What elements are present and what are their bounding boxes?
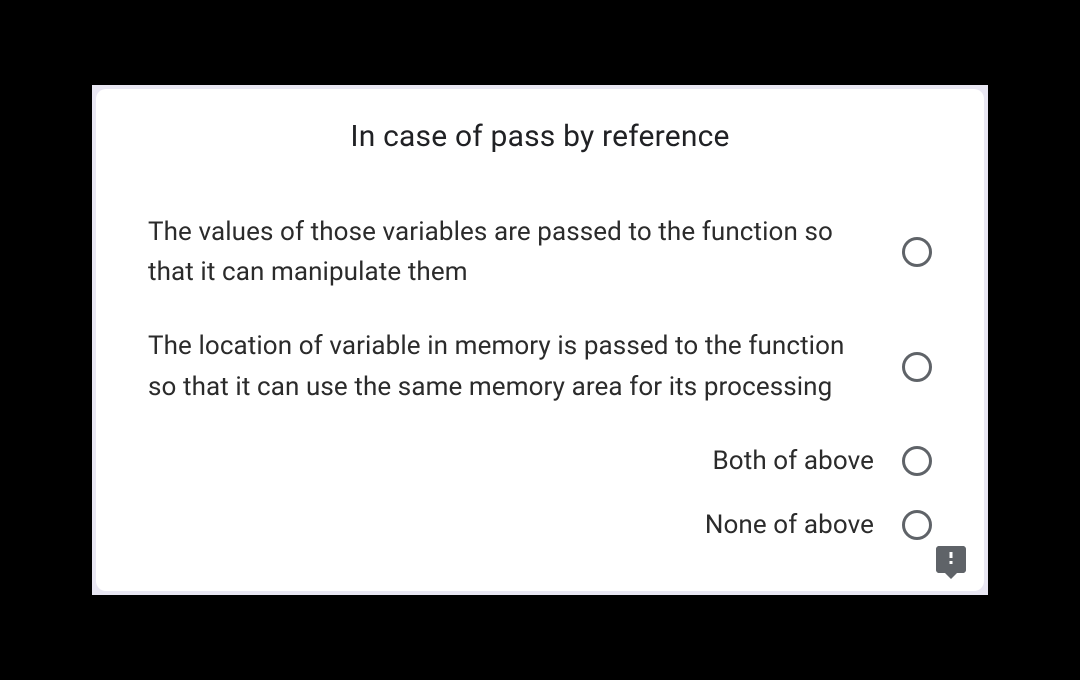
option-row-0[interactable]: The values of those variables are passed… (148, 212, 932, 293)
question-title: In case of pass by reference (148, 119, 932, 154)
option-label: The values of those variables are passed… (148, 212, 874, 293)
radio-icon[interactable] (902, 510, 932, 540)
option-label: None of above (148, 505, 874, 545)
option-label: Both of above (148, 441, 874, 481)
question-card: In case of pass by reference The values … (96, 89, 984, 592)
radio-icon[interactable] (902, 352, 932, 382)
option-row-1[interactable]: The location of variable in memory is pa… (148, 326, 932, 407)
form-panel: In case of pass by reference The values … (92, 85, 988, 596)
radio-icon[interactable] (902, 446, 932, 476)
option-row-2[interactable]: Both of above (148, 441, 932, 481)
radio-icon[interactable] (902, 237, 932, 267)
report-problem-icon[interactable] (932, 543, 970, 579)
option-label: The location of variable in memory is pa… (148, 326, 874, 407)
option-row-3[interactable]: None of above (148, 505, 932, 545)
